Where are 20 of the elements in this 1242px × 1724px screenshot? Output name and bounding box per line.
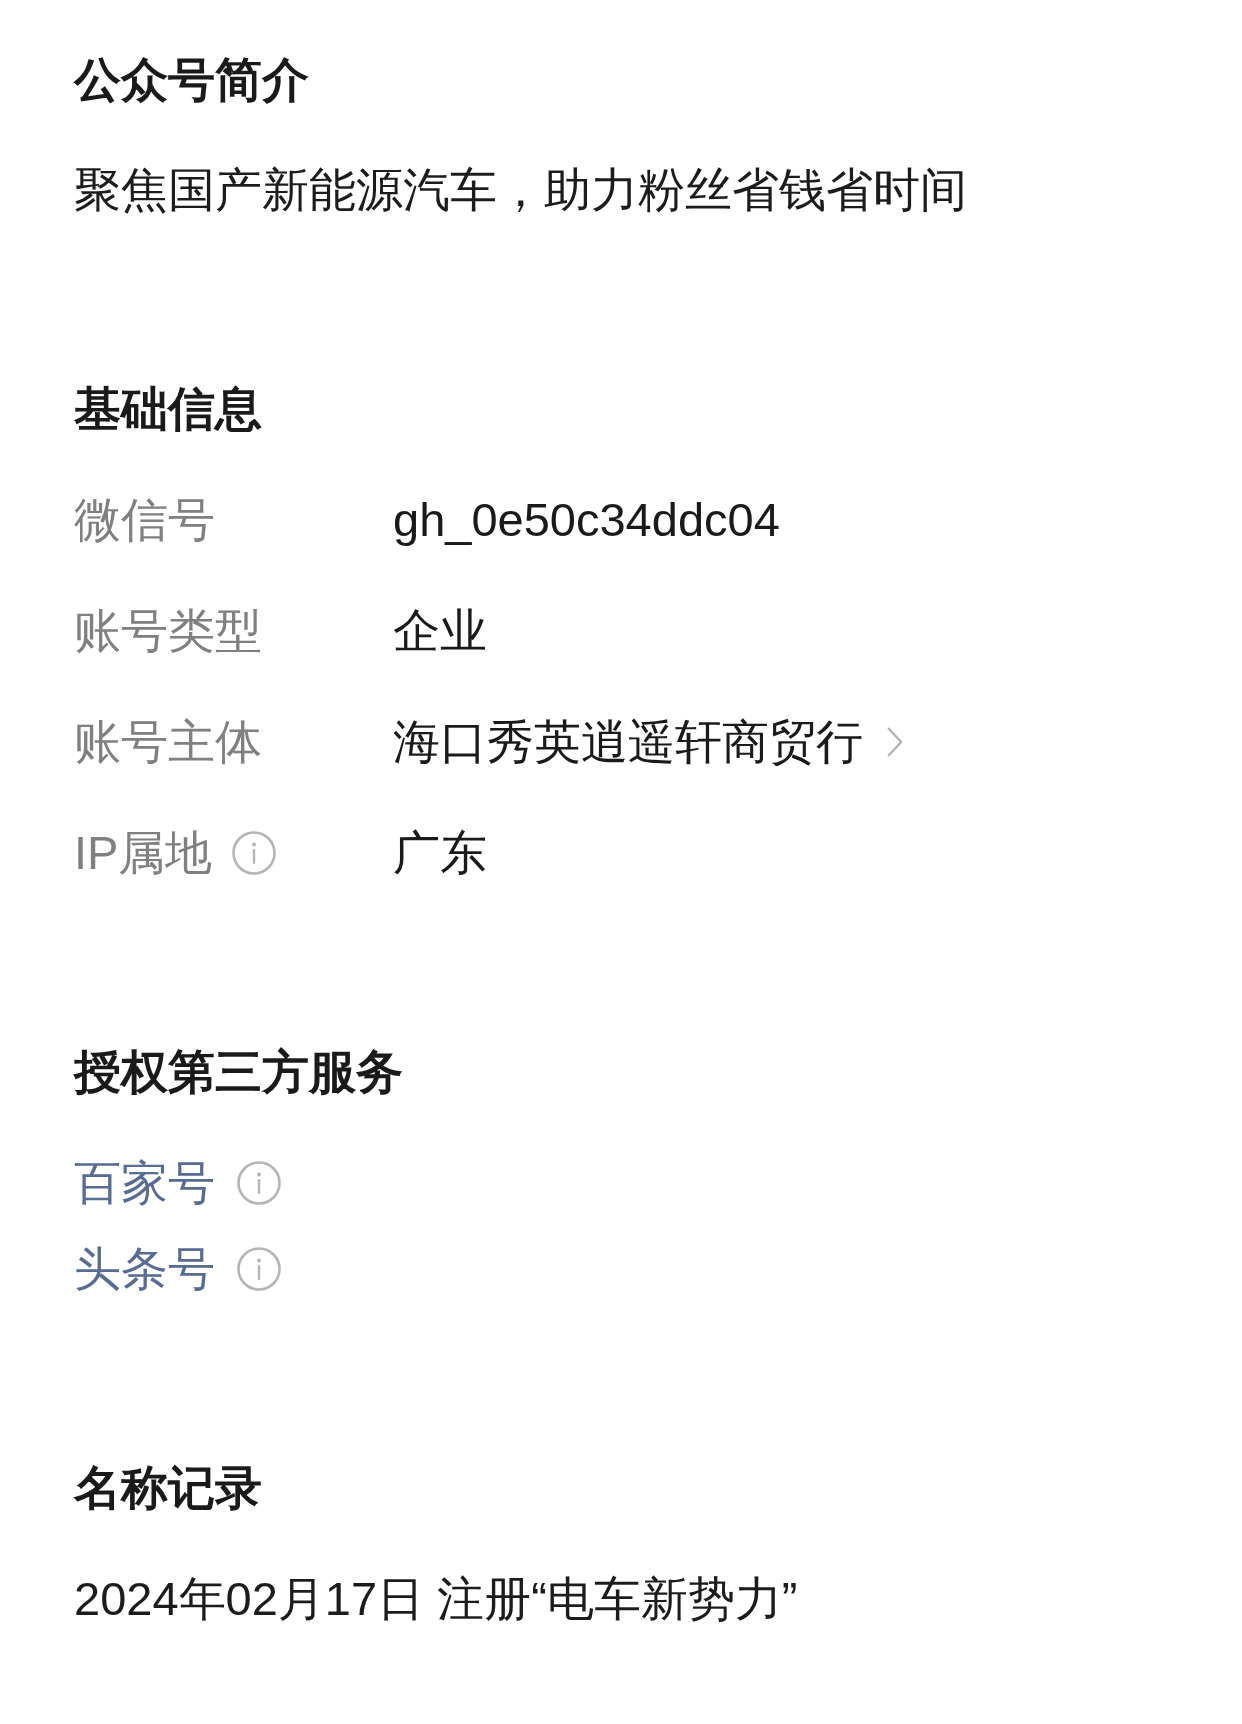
field-label: 账号主体: [74, 714, 262, 770]
section-heading: 基础信息: [74, 381, 262, 437]
field-value: gh_0e50c34ddc04: [393, 492, 780, 548]
account-entity-link[interactable]: 海口秀英逍遥轩商贸行: [393, 708, 903, 775]
chevron-right-icon: [887, 725, 903, 758]
info-icon[interactable]: [237, 1160, 281, 1205]
field-value: 企业: [393, 603, 487, 659]
service-link[interactable]: 百家号: [74, 1149, 215, 1216]
section-heading: 授权第三方服务: [74, 1044, 403, 1100]
field-label: 微信号: [74, 492, 215, 548]
section-heading: 公众号简介: [74, 52, 309, 108]
field-label: 账号类型: [74, 603, 262, 659]
info-icon[interactable]: [237, 1246, 281, 1291]
field-value: 广东: [393, 825, 487, 881]
intro-text: 聚焦国产新能源汽车，助力粉丝省钱省时间: [74, 162, 967, 218]
field-label: IP属地: [74, 825, 213, 881]
info-icon[interactable]: [232, 830, 277, 875]
section-heading: 名称记录: [74, 1460, 262, 1516]
service-link[interactable]: 头条号: [74, 1235, 215, 1302]
name-record: 2024年02月17日 注册“电车新势力”: [74, 1571, 798, 1627]
